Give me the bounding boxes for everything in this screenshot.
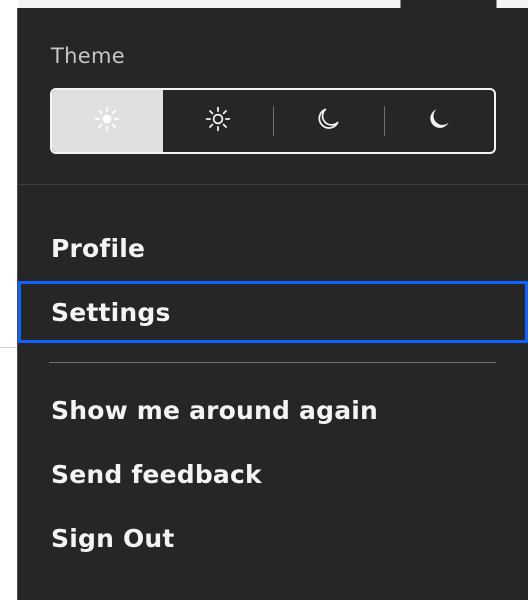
sun-outline-icon xyxy=(204,105,232,137)
menu-item-show-around[interactable]: Show me around again xyxy=(18,379,528,441)
menu-item-sign-out[interactable]: Sign Out xyxy=(18,507,528,569)
menu-item-send-feedback[interactable]: Send feedback xyxy=(18,443,528,505)
menu-item-label: Profile xyxy=(51,233,146,263)
theme-option-light-outline[interactable] xyxy=(163,90,274,152)
section-divider xyxy=(18,184,528,185)
page: Theme Profile Settings Show me around ag… xyxy=(0,0,528,600)
background-divider xyxy=(0,347,18,348)
theme-option-light[interactable] xyxy=(52,90,163,152)
menu-divider xyxy=(49,362,496,363)
menu-item-label: Send feedback xyxy=(51,459,262,489)
theme-option-dark[interactable] xyxy=(383,90,495,152)
menu-item-settings[interactable]: Settings xyxy=(18,281,528,343)
menu-item-label: Settings xyxy=(51,297,171,327)
moon-filled-icon xyxy=(425,105,453,137)
menu-item-label: Sign Out xyxy=(51,523,175,553)
user-dropdown-menu: Theme Profile Settings Show me around ag… xyxy=(18,8,528,600)
menu-item-profile[interactable]: Profile xyxy=(18,217,528,279)
menu-item-label: Show me around again xyxy=(51,395,379,425)
theme-switcher xyxy=(50,88,496,154)
sun-light-icon xyxy=(93,105,121,137)
moon-outline-icon xyxy=(314,105,342,137)
theme-label: Theme xyxy=(51,44,125,68)
theme-option-dark-outline[interactable] xyxy=(273,90,384,152)
user-menu-trigger[interactable] xyxy=(400,0,497,8)
